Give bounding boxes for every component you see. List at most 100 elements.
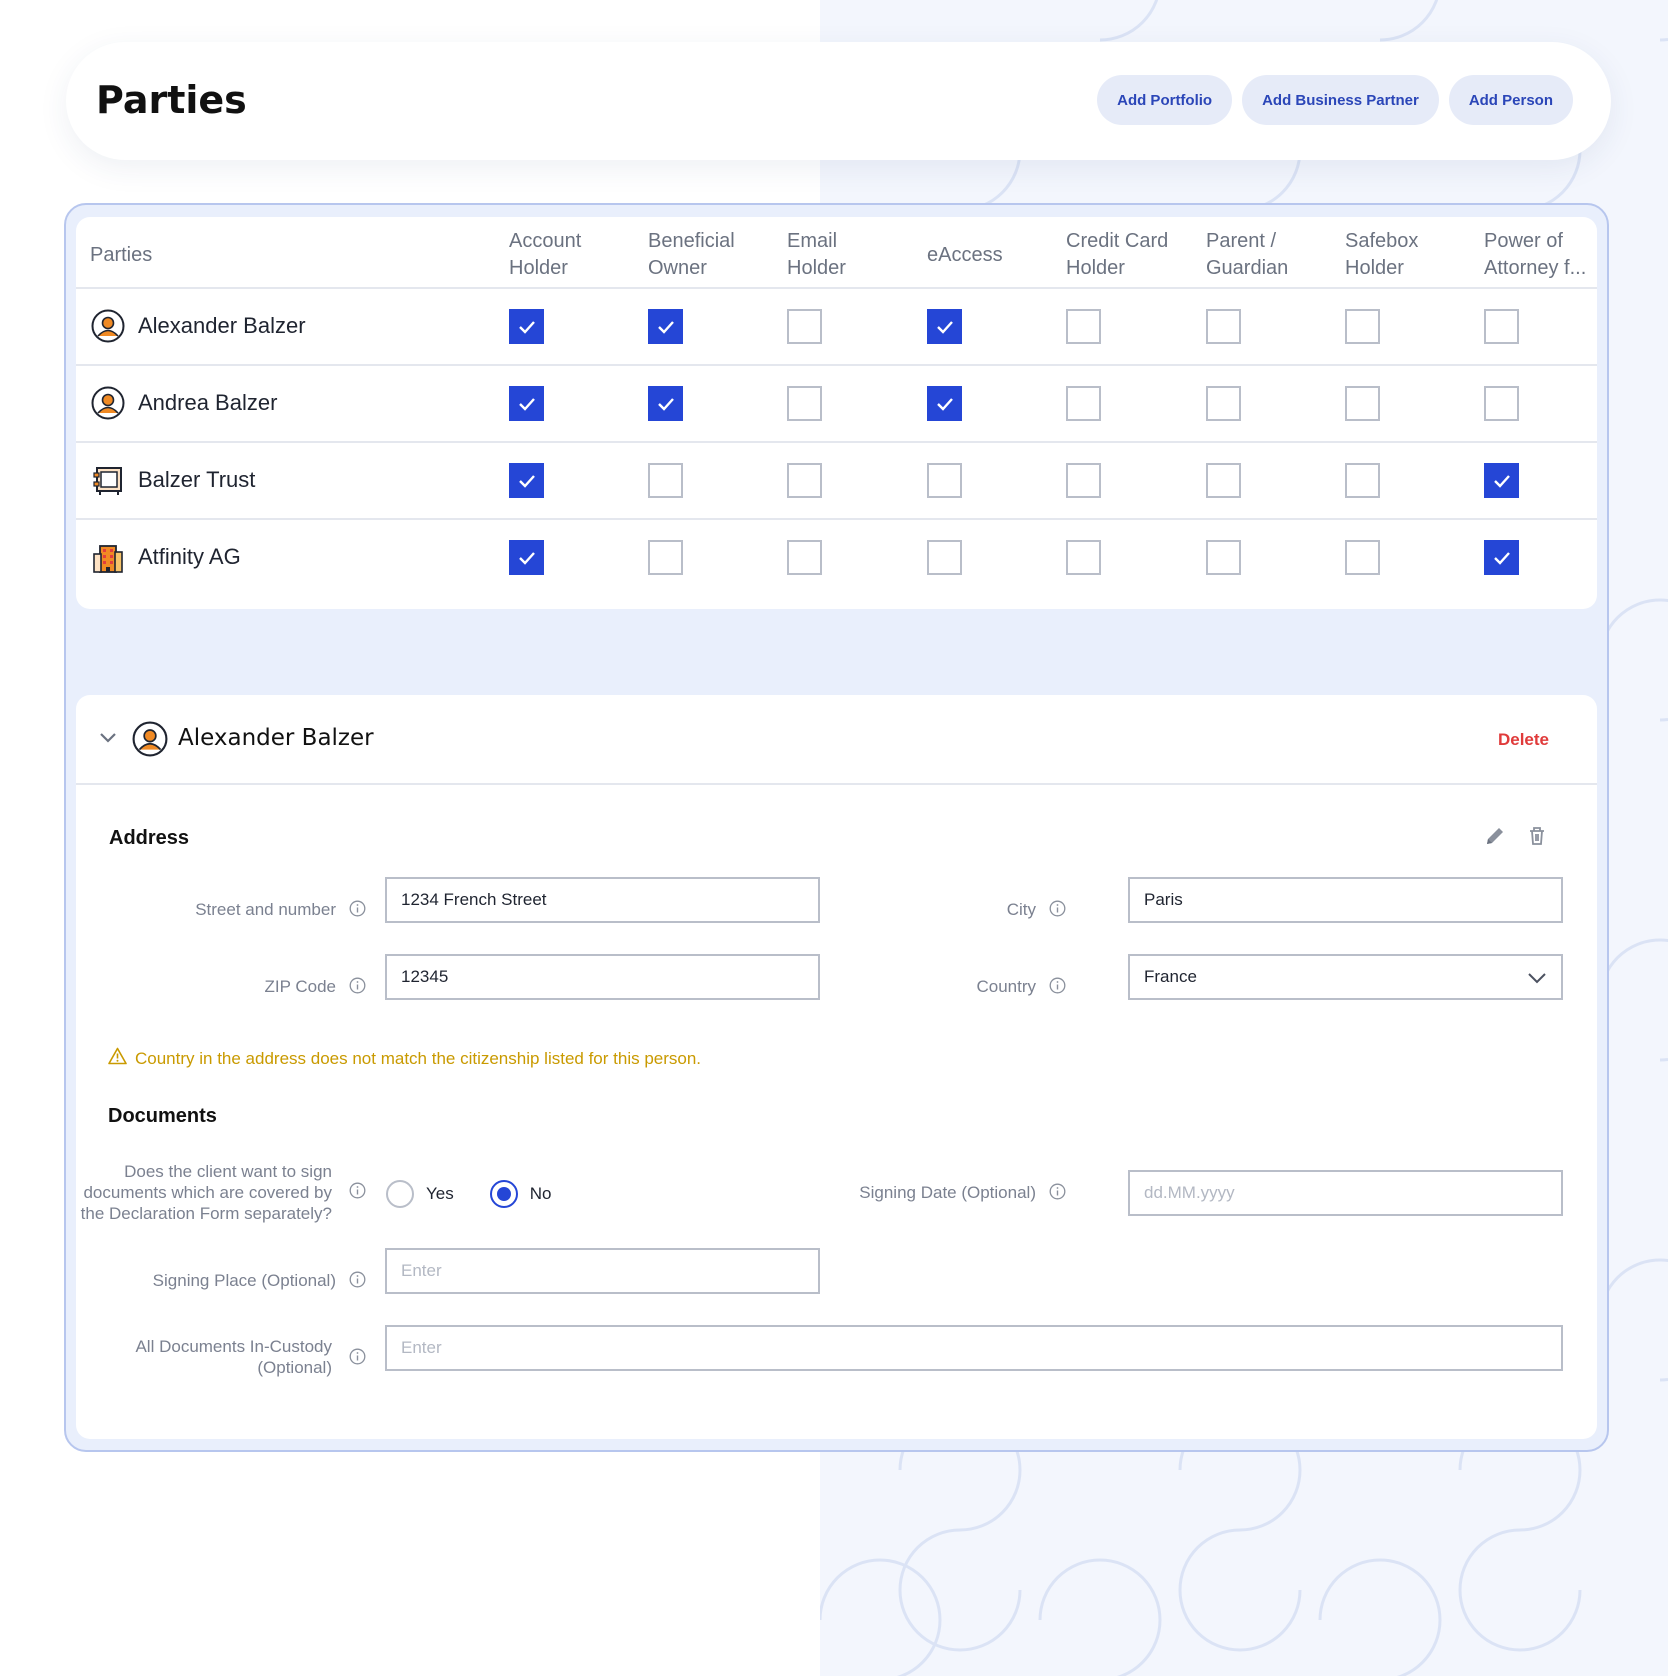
- radio-no-label: No: [529, 1184, 552, 1203]
- checkbox-email-holder[interactable]: [787, 540, 822, 575]
- custody-label: All Documents In-Custody (Optional): [135, 1337, 332, 1377]
- country-select[interactable]: France: [1128, 954, 1563, 1000]
- checkbox-email-holder[interactable]: [787, 386, 822, 421]
- checkmark-icon: [657, 397, 674, 411]
- checkbox-power-of-attorney[interactable]: [1484, 309, 1519, 344]
- info-icon[interactable]: [1049, 977, 1066, 999]
- table-row[interactable]: Atfinity AG: [76, 520, 1597, 597]
- checkbox-power-of-attorney[interactable]: [1484, 463, 1519, 498]
- add-business-partner-button[interactable]: Add Business Partner: [1242, 75, 1439, 125]
- checkbox-credit-card-holder[interactable]: [1066, 309, 1101, 344]
- header-actions: Add Portfolio Add Business Partner Add P…: [1097, 75, 1573, 125]
- info-icon[interactable]: [349, 1271, 366, 1293]
- table-row[interactable]: Balzer Trust: [76, 443, 1597, 520]
- party-name: Balzer Trust: [138, 467, 256, 492]
- radio-no-circle[interactable]: [489, 1180, 518, 1208]
- checkbox-account-holder[interactable]: [509, 540, 544, 575]
- checkbox-credit-card-holder[interactable]: [1066, 540, 1101, 575]
- checkmark-icon: [936, 320, 953, 334]
- trash-icon[interactable]: [1526, 825, 1548, 852]
- radio-yes-circle[interactable]: [386, 1180, 414, 1208]
- zip-input[interactable]: [385, 954, 820, 1000]
- address-warning: Country in the address does not match th…: [108, 1047, 701, 1070]
- party-cell: Atfinity AG: [90, 539, 241, 575]
- checkmark-icon: [1493, 551, 1510, 565]
- chevron-down-icon[interactable]: [98, 727, 118, 752]
- checkbox-email-holder[interactable]: [787, 463, 822, 498]
- checkbox-safebox-holder[interactable]: [1345, 463, 1380, 498]
- signing-place-input[interactable]: [385, 1248, 820, 1294]
- column-header-safebox-holder: Safebox Holder: [1345, 230, 1419, 279]
- custody-input[interactable]: [385, 1325, 1563, 1371]
- checkbox-email-holder[interactable]: [787, 309, 822, 344]
- info-icon[interactable]: [349, 1182, 366, 1204]
- party-name: Atfinity AG: [138, 544, 241, 569]
- trust-icon: [90, 462, 126, 498]
- address-section-title: Address: [109, 827, 190, 849]
- column-header-power-of-attorney: Power of Attorney f...: [1484, 230, 1587, 279]
- checkbox-beneficial-owner[interactable]: [648, 309, 683, 344]
- checkbox-parent-guardian[interactable]: [1206, 540, 1241, 575]
- parties-table: Parties Account Holder Beneficial Owner …: [76, 217, 1597, 609]
- checkbox-parent-guardian[interactable]: [1206, 309, 1241, 344]
- checkbox-eaccess[interactable]: [927, 463, 962, 498]
- checkmark-icon: [1493, 474, 1510, 488]
- checkbox-account-holder[interactable]: [509, 463, 544, 498]
- checkbox-credit-card-holder[interactable]: [1066, 386, 1101, 421]
- checkbox-safebox-holder[interactable]: [1345, 386, 1380, 421]
- sign-question-label: Does the client want to sign documents w…: [80, 1162, 332, 1223]
- checkmark-icon: [518, 551, 535, 565]
- city-label: City: [1006, 900, 1036, 919]
- info-icon[interactable]: [1049, 1183, 1066, 1205]
- signing-place-label: Signing Place (Optional): [152, 1271, 336, 1290]
- checkbox-parent-guardian[interactable]: [1206, 386, 1241, 421]
- checkbox-account-holder[interactable]: [509, 386, 544, 421]
- checkbox-power-of-attorney[interactable]: [1484, 540, 1519, 575]
- info-icon[interactable]: [349, 900, 366, 922]
- checkbox-eaccess[interactable]: [927, 386, 962, 421]
- delete-button[interactable]: Delete: [1498, 730, 1549, 750]
- warning-text: Country in the address does not match th…: [135, 1048, 702, 1068]
- checkbox-power-of-attorney[interactable]: [1484, 386, 1519, 421]
- checkbox-safebox-holder[interactable]: [1345, 540, 1380, 575]
- checkmark-icon: [518, 320, 535, 334]
- column-header-eaccess: eAccess: [927, 243, 1003, 266]
- column-header-credit-card-holder: Credit Card Holder: [1066, 230, 1169, 279]
- checkbox-eaccess[interactable]: [927, 309, 962, 344]
- column-header-account-holder: Account Holder: [509, 230, 582, 279]
- checkbox-eaccess[interactable]: [927, 540, 962, 575]
- party-cell: Andrea Balzer: [90, 385, 277, 421]
- page-title: Parties: [96, 78, 247, 122]
- party-detail-panel: Alexander Balzer Delete Address Street a…: [76, 695, 1597, 1439]
- page-header: Parties Add Portfolio Add Business Partn…: [66, 42, 1611, 160]
- pencil-edit-icon[interactable]: [1484, 825, 1506, 852]
- party-cell: Balzer Trust: [90, 462, 255, 498]
- radio-no[interactable]: No: [489, 1180, 552, 1208]
- checkbox-beneficial-owner[interactable]: [648, 463, 683, 498]
- documents-section-title: Documents: [108, 1105, 217, 1127]
- checkbox-safebox-holder[interactable]: [1345, 309, 1380, 344]
- signing-date-input[interactable]: [1128, 1170, 1563, 1216]
- signing-date-label: Signing Date (Optional): [859, 1183, 1036, 1202]
- checkbox-beneficial-owner[interactable]: [648, 540, 683, 575]
- country-label: Country: [976, 977, 1036, 996]
- table-row[interactable]: Andrea Balzer: [76, 366, 1597, 443]
- checkmark-icon: [936, 397, 953, 411]
- info-icon[interactable]: [349, 1348, 366, 1370]
- checkbox-parent-guardian[interactable]: [1206, 463, 1241, 498]
- checkbox-account-holder[interactable]: [509, 309, 544, 344]
- city-input[interactable]: [1128, 877, 1563, 923]
- info-icon[interactable]: [1049, 900, 1066, 922]
- checkbox-credit-card-holder[interactable]: [1066, 463, 1101, 498]
- street-input[interactable]: [385, 877, 820, 923]
- company-building-icon: [90, 539, 126, 575]
- checkbox-beneficial-owner[interactable]: [648, 386, 683, 421]
- table-row[interactable]: Alexander Balzer: [76, 289, 1597, 366]
- country-value: France: [1144, 967, 1197, 986]
- checkmark-icon: [518, 397, 535, 411]
- add-portfolio-button[interactable]: Add Portfolio: [1097, 75, 1233, 125]
- checkmark-icon: [657, 320, 674, 334]
- info-icon[interactable]: [349, 977, 366, 999]
- add-person-button[interactable]: Add Person: [1448, 75, 1573, 125]
- radio-yes[interactable]: Yes: [386, 1180, 454, 1208]
